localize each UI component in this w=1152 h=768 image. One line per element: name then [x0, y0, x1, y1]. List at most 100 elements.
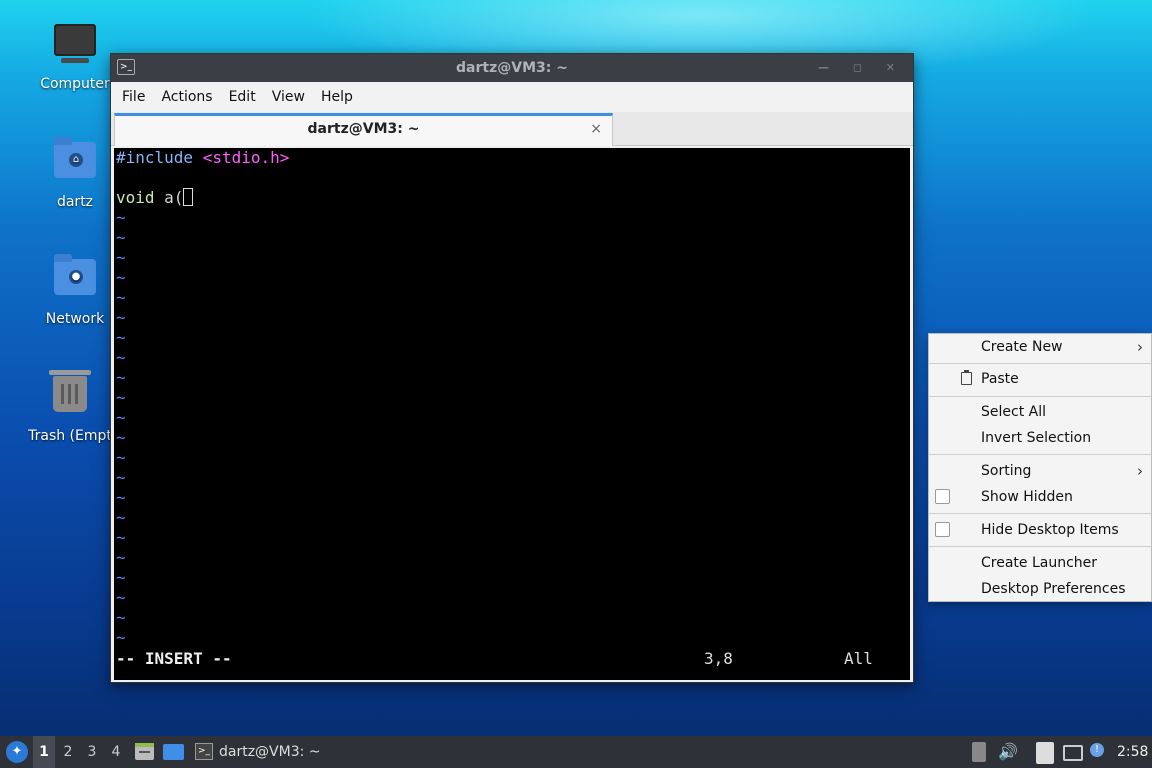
- hide-desktop-items-checkbox[interactable]: [935, 522, 950, 537]
- vim-mode-indicator: -- INSERT --: [116, 649, 232, 668]
- empty-line-marker: ~: [116, 308, 126, 327]
- empty-line-marker: ~: [116, 348, 126, 367]
- menu-item-label: Desktop Preferences: [981, 581, 1126, 597]
- menu-item-label: Sorting: [981, 463, 1032, 479]
- menu-item-label: Paste: [981, 371, 1019, 387]
- menu-item-label: Create New: [981, 339, 1063, 355]
- empty-line-marker: ~: [116, 628, 126, 647]
- menu-separator: [929, 396, 1151, 397]
- show-desktop-icon[interactable]: [163, 744, 184, 760]
- close-tab-icon[interactable]: ×: [590, 116, 602, 143]
- home-folder-icon: ⌂: [51, 137, 99, 190]
- text-cursor: [183, 188, 194, 206]
- menu-item-invert-selection[interactable]: Invert Selection: [929, 425, 1151, 451]
- keyword-void: void: [116, 188, 155, 207]
- chevron-right-icon: ›: [1137, 462, 1143, 480]
- show-hidden-checkbox[interactable]: [935, 489, 950, 504]
- menu-item-label: Hide Desktop Items: [981, 522, 1119, 538]
- menu-item-create-launcher[interactable]: Create Launcher: [929, 550, 1151, 576]
- menu-item-show-hidden[interactable]: Show Hidden: [929, 484, 1151, 510]
- workspace-2[interactable]: 2: [57, 736, 79, 768]
- clipboard-manager-icon[interactable]: [1036, 742, 1054, 764]
- cursor-position: 3,8: [704, 649, 733, 668]
- terminal-icon: >_: [117, 59, 135, 75]
- scroll-position: All: [844, 649, 873, 668]
- window-controls[interactable]: — ◻ ✕: [818, 54, 905, 82]
- menu-item-label: Create Launcher: [981, 555, 1098, 571]
- menu-item-sorting[interactable]: Sorting ›: [929, 458, 1151, 484]
- menu-actions[interactable]: Actions: [153, 89, 220, 105]
- empty-line-marker: ~: [116, 328, 126, 347]
- empty-line-marker: ~: [116, 488, 126, 507]
- editor-line-1: #include <stdio.h>: [116, 148, 289, 168]
- empty-line-marker: ~: [116, 248, 126, 267]
- menu-item-label: Show Hidden: [981, 489, 1073, 505]
- network-folder-icon: ●: [51, 254, 99, 307]
- desktop-icon-home-folder[interactable]: ⌂ dartz: [27, 134, 123, 210]
- chevron-right-icon: ›: [1137, 338, 1143, 356]
- menu-item-hide-desktop-items[interactable]: Hide Desktop Items: [929, 517, 1151, 543]
- menu-item-desktop-preferences[interactable]: Desktop Preferences: [929, 576, 1151, 602]
- computer-icon: [51, 24, 99, 72]
- desktop-icon-label: Computer: [40, 76, 110, 92]
- desktop-context-menu: Create New › Paste Select All Invert Sel…: [928, 333, 1152, 602]
- workspace-1[interactable]: 1: [33, 736, 55, 768]
- tab-terminal[interactable]: dartz@VM3: ~ ×: [114, 113, 613, 146]
- empty-line-marker: ~: [116, 548, 126, 567]
- empty-line-marker: ~: [116, 368, 126, 387]
- window-titlebar[interactable]: >_ dartz@VM3: ~ — ◻ ✕: [111, 54, 913, 82]
- desktop-icon-computer[interactable]: Computer: [27, 18, 123, 92]
- task-label: dartz@VM3: ~: [219, 744, 321, 760]
- empty-line-marker: ~: [116, 528, 126, 547]
- tab-bar: dartz@VM3: ~ ×: [111, 112, 913, 146]
- include-directive: #include: [116, 148, 194, 167]
- empty-line-marker: ~: [116, 228, 126, 247]
- window-title: dartz@VM3: ~: [456, 60, 568, 76]
- desktop-icon-trash[interactable]: Trash (Empt: [22, 368, 118, 444]
- network-status-icon[interactable]: [1063, 745, 1083, 761]
- menubar: File Actions Edit View Help: [111, 82, 913, 112]
- empty-line-marker: ~: [116, 608, 126, 627]
- terminal-content[interactable]: #include <stdio.h> void a( ~ ~ ~ ~ ~ ~ ~…: [114, 148, 910, 680]
- code-text: a(: [154, 188, 184, 207]
- menu-separator: [929, 454, 1151, 455]
- terminal-icon: >_: [195, 743, 213, 760]
- empty-line-marker: ~: [116, 428, 126, 447]
- file-manager-icon[interactable]: [135, 743, 154, 760]
- empty-line-marker: ~: [116, 508, 126, 527]
- empty-line-marker: ~: [116, 208, 126, 227]
- menu-separator: [929, 513, 1151, 514]
- empty-line-marker: ~: [116, 568, 126, 587]
- menu-file[interactable]: File: [114, 89, 153, 105]
- volume-icon[interactable]: 🔊: [998, 742, 1018, 762]
- taskbar-task-terminal[interactable]: >_ dartz@VM3: ~: [191, 736, 321, 768]
- menu-help[interactable]: Help: [313, 89, 361, 105]
- taskbar: ✦ 1 2 3 4 >_ dartz@VM3: ~ 🔊 ! 2:58: [0, 736, 1152, 768]
- menu-item-select-all[interactable]: Select All: [929, 399, 1151, 425]
- menu-edit[interactable]: Edit: [221, 89, 264, 105]
- empty-line-marker: ~: [116, 408, 126, 427]
- desktop-icon-label: Trash (Empt: [28, 428, 112, 444]
- clipboard-icon: [961, 370, 972, 385]
- editor-line-3: void a(: [116, 188, 194, 208]
- start-menu-icon[interactable]: ✦: [6, 741, 28, 763]
- menu-separator: [929, 363, 1151, 364]
- terminal-window: >_ dartz@VM3: ~ — ◻ ✕ File Actions Edit …: [110, 53, 914, 683]
- workspace-4[interactable]: 4: [105, 736, 127, 768]
- menu-item-label: Select All: [981, 404, 1046, 420]
- empty-line-marker: ~: [116, 588, 126, 607]
- menu-item-paste[interactable]: Paste: [929, 366, 1151, 392]
- clock[interactable]: 2:58: [1117, 736, 1148, 768]
- include-header: <stdio.h>: [202, 148, 290, 167]
- battery-icon[interactable]: [972, 742, 986, 762]
- empty-line-marker: ~: [116, 288, 126, 307]
- update-notifier-icon[interactable]: !: [1090, 743, 1104, 757]
- desktop-icon-network[interactable]: ● Network: [27, 251, 123, 327]
- menu-item-create-new[interactable]: Create New ›: [929, 334, 1151, 360]
- workspace-3[interactable]: 3: [81, 736, 103, 768]
- empty-line-marker: ~: [116, 268, 126, 287]
- desktop-icon-label: dartz: [56, 194, 94, 210]
- menu-view[interactable]: View: [264, 89, 313, 105]
- desktop-icon-label: Network: [45, 311, 105, 327]
- empty-line-marker: ~: [116, 468, 126, 487]
